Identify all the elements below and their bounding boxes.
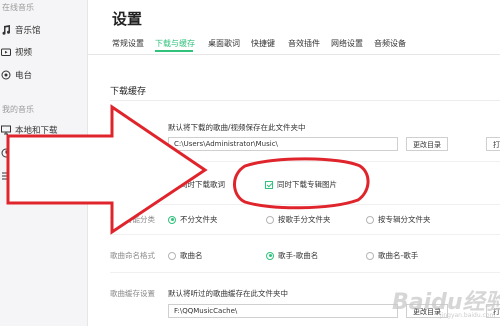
sidebar-item-trial-list[interactable]: 试听列表 [0,168,49,184]
radio-dot [168,251,176,260]
section-divider [110,100,500,101]
download-song-label: 下载歌曲 [110,181,140,190]
classify-label: 文件智能分类 [110,215,155,224]
music-note-icon [0,25,11,36]
download-dir-label: 下载目录 [110,123,140,132]
change-dir-button[interactable]: 更改目录 [406,137,448,151]
cache-path[interactable]: F:\QQMusicCache\ [168,304,398,318]
tab-network[interactable]: 网络设置 [331,38,363,49]
sidebar-item-radio[interactable]: 电台 [0,67,32,83]
radio-dot [366,251,374,260]
settings-panel: 设置 常规设置 下载与缓存 桌面歌词 快捷键 音效插件 网络设置 音频设备 下载… [88,0,500,326]
sidebar-section-mine: 我的音乐 [2,105,34,114]
sidebar-item-recent[interactable]: 最近播放 [0,145,49,161]
clock-icon [0,148,11,159]
tab-general[interactable]: 常规设置 [112,38,144,49]
radio-label: 歌手-歌曲名 [278,251,319,260]
open-dir-button[interactable]: 打 [486,137,500,151]
row-divider [110,272,500,273]
sidebar-item-label: 音乐馆 [15,26,41,36]
section-title: 下载缓存 [110,87,147,97]
radio-dot [168,215,176,224]
sidebar: 在线音乐 音乐馆 视频 电台 我的音乐 本地和下载 最近播放 试听列表 [0,0,88,326]
sidebar-section-online: 在线音乐 [2,3,34,12]
row-divider [110,234,500,235]
checkbox-box-checked [265,180,273,189]
sidebar-item-local-download[interactable]: 本地和下载 [0,122,58,138]
radio-song-name[interactable]: 歌曲名 [168,250,203,261]
cache-desc: 默认将听过的歌曲缓存在此文件夹中 [168,289,288,298]
tab-desktop-lyrics[interactable]: 桌面歌词 [208,38,240,49]
sidebar-item-label: 最近播放 [15,149,50,159]
video-icon [0,47,11,58]
checkbox-box [168,180,176,189]
active-tab-indicator [155,50,193,52]
radio-by-artist[interactable]: 按歌手分文件夹 [266,214,331,225]
sidebar-item-label: 本地和下载 [15,126,58,136]
radio-icon [0,70,11,81]
sidebar-item-label: 视频 [15,48,33,58]
radio-label: 不分文件夹 [180,215,218,224]
row-divider [110,161,500,162]
tab-download-cache[interactable]: 下载与缓存 [155,38,195,49]
sidebar-item-music-hall[interactable]: 音乐馆 [0,22,41,38]
radio-label: 歌曲名 [180,251,203,260]
radio-label: 歌曲名-歌手 [378,251,419,260]
row-divider [110,204,500,205]
radio-dot [266,215,274,224]
radio-dot [366,215,374,224]
cache-label: 歌曲缓存设置 [110,289,155,298]
download-dir-desc: 默认将下载的歌曲/视频保存在此文件夹中 [168,123,306,132]
lyrics-checkbox-label: 同时下载歌词 [180,180,225,189]
cover-checkbox[interactable]: 同时下载专辑图片 [265,179,337,190]
lyrics-checkbox[interactable]: 同时下载歌词 [168,179,225,190]
radio-label: 按专辑分文件夹 [378,215,431,224]
sidebar-item-label: 试听列表 [15,172,50,182]
cover-checkbox-label: 同时下载专辑图片 [277,180,337,189]
watermark-url: jingyan.baidu.com [440,312,496,319]
sidebar-item-video[interactable]: 视频 [0,44,32,60]
list-icon [0,171,11,182]
download-dir-path[interactable]: C:\Users\Administrator\Music\ [168,137,398,151]
sidebar-item-label: 电台 [15,71,33,81]
tabs-divider [88,54,500,55]
page-title: 设置 [112,10,143,28]
tab-hotkeys[interactable]: 快捷键 [251,38,275,49]
computer-icon [0,125,11,136]
radio-no-folder[interactable]: 不分文件夹 [168,214,218,225]
radio-label: 按歌手分文件夹 [278,215,331,224]
radio-song-artist[interactable]: 歌曲名-歌手 [366,250,418,261]
radio-dot [266,251,274,260]
tab-sound-plugins[interactable]: 音效插件 [288,38,320,49]
radio-by-album[interactable]: 按专辑分文件夹 [366,214,431,225]
tab-audio-device[interactable]: 音频设备 [374,38,406,49]
naming-label: 歌曲命名格式 [110,251,155,260]
radio-artist-song[interactable]: 歌手-歌曲名 [266,250,318,261]
